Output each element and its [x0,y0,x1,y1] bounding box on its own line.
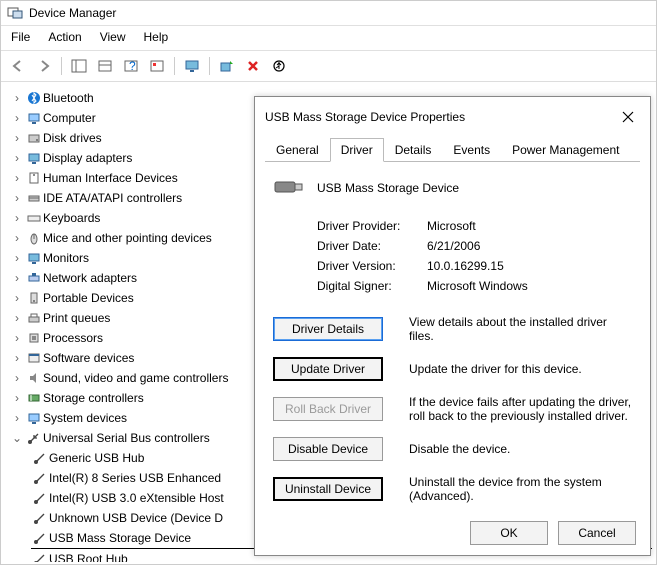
portable-icon [25,291,43,305]
properties-button[interactable] [94,55,116,77]
storage-icon [25,391,43,405]
cancel-button[interactable]: Cancel [558,521,636,545]
provider-label: Driver Provider: [317,219,427,233]
device-name: USB Mass Storage Device [317,181,459,195]
disk-icon [25,131,43,145]
scan-button[interactable] [146,55,168,77]
tab-general[interactable]: General [265,138,330,162]
scan-hardware-button[interactable] [216,55,238,77]
software-icon [25,351,43,365]
update-driver-button[interactable]: Update Driver [273,357,383,381]
show-hidden-button[interactable] [68,55,90,77]
device-header: USB Mass Storage Device [273,174,632,201]
toolbar-divider [209,57,210,75]
uninstall-device-desc: Uninstall the device from the system (Ad… [409,475,632,503]
uninstall-button[interactable] [242,55,264,77]
rollback-driver-desc: If the device fails after updating the d… [409,395,632,423]
menu-file[interactable]: File [9,28,32,46]
system-icon [25,411,43,425]
dialog-footer: OK Cancel [470,521,636,545]
toolbar: ? [1,51,656,82]
driver-details-button[interactable]: Driver Details [273,317,383,341]
uninstall-device-button[interactable]: Uninstall Device [273,477,383,501]
usb-icon [31,552,49,562]
collapse-icon[interactable]: ⌄ [11,428,23,448]
processor-icon [25,331,43,345]
usb-icon [25,431,43,445]
ok-button[interactable]: OK [470,521,548,545]
mouse-icon [25,231,43,245]
tab-driver[interactable]: Driver [330,138,384,162]
version-label: Driver Version: [317,259,427,273]
help-button[interactable]: ? [120,55,142,77]
date-value: 6/21/2006 [427,239,632,253]
version-value: 10.0.16299.15 [427,259,632,273]
usb-icon [31,471,49,485]
dialog-tabs: General Driver Details Events Power Mana… [265,137,640,162]
usb-icon [31,511,49,525]
disable-device-desc: Disable the device. [409,442,632,456]
signer-value: Microsoft Windows [427,279,632,293]
usb-device-icon [273,174,305,201]
disable-device-button[interactable]: Disable Device [273,437,383,461]
back-button[interactable] [7,55,29,77]
dialog-title: USB Mass Storage Device Properties [265,110,465,124]
driver-details-desc: View details about the installed driver … [409,315,632,343]
signer-label: Digital Signer: [317,279,427,293]
update-driver-button[interactable] [268,55,290,77]
toolbar-divider [61,57,62,75]
menu-view[interactable]: View [98,28,128,46]
update-driver-desc: Update the driver for this device. [409,362,632,376]
ide-icon [25,191,43,205]
rollback-driver-button: Roll Back Driver [273,397,383,421]
tab-events[interactable]: Events [442,138,501,162]
usb-icon [31,491,49,505]
tab-details[interactable]: Details [384,138,443,162]
hid-icon [25,171,43,185]
usb-icon [31,451,49,465]
driver-actions: Driver Details View details about the in… [273,315,632,503]
close-button[interactable] [616,105,640,129]
monitor-icon[interactable] [181,55,203,77]
window-title: Device Manager [29,6,116,20]
computer-icon [25,111,43,125]
toolbar-divider [174,57,175,75]
driver-info: Driver Provider:Microsoft Driver Date:6/… [317,219,632,293]
date-label: Driver Date: [317,239,427,253]
dialog-titlebar: USB Mass Storage Device Properties [255,97,650,137]
svg-text:?: ? [129,59,136,73]
menu-action[interactable]: Action [46,28,83,46]
tab-power[interactable]: Power Management [501,138,630,162]
sound-icon [25,371,43,385]
display-icon [25,151,43,165]
keyboard-icon [25,211,43,225]
printer-icon [25,311,43,325]
menubar: File Action View Help [1,26,656,51]
device-manager-icon [7,5,23,21]
forward-button[interactable] [33,55,55,77]
bluetooth-icon [25,91,43,105]
device-manager-window: Device Manager File Action View Help ? ›… [0,0,657,565]
properties-dialog: USB Mass Storage Device Properties Gener… [254,96,651,556]
menu-help[interactable]: Help [142,28,171,46]
titlebar: Device Manager [1,1,656,26]
provider-value: Microsoft [427,219,632,233]
dialog-body: USB Mass Storage Device Driver Provider:… [255,162,650,511]
monitor-icon [25,251,43,265]
network-icon [25,271,43,285]
usb-icon [31,531,49,545]
